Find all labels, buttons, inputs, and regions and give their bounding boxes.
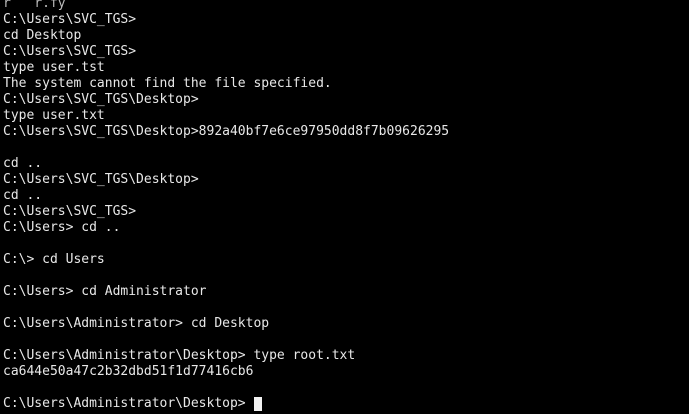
terminal-line: The system cannot find the file specifie… [3, 76, 332, 91]
terminal-line: ca644e50a47c2b32dbd51f1d77416cb6 [3, 364, 254, 379]
active-prompt-line[interactable]: C:\Users\Administrator\Desktop> [3, 396, 449, 412]
terminal-line: cd .. [3, 188, 43, 203]
terminal-line: type user.txt [3, 108, 105, 123]
terminal-line: C:\Users\SVC_TGS> [3, 204, 137, 219]
prompt-text: C:\Users\Administrator\Desktop> [3, 396, 246, 411]
terminal-line: C:\Users\Administrator\Desktop> type roo… [3, 348, 356, 363]
cursor-block[interactable] [253, 397, 262, 411]
terminal-line: C:\Users\SVC_TGS\Desktop>892a40bf7e6ce97… [3, 124, 450, 139]
terminal-line: cd Desktop [3, 28, 82, 43]
terminal-window[interactable]: r r.fy C:\Users\SVC_TGS> cd Desktop C:\U… [0, 0, 689, 414]
terminal-line: C:\Users\SVC_TGS\Desktop> [3, 92, 199, 107]
terminal-output: r r.fy C:\Users\SVC_TGS> cd Desktop C:\U… [3, 0, 449, 412]
terminal-line: C:\Users> cd .. [3, 220, 121, 235]
terminal-line: C:\> cd Users [3, 252, 105, 267]
terminal-line: cd .. [3, 156, 43, 171]
terminal-line: type user.tst [3, 60, 105, 75]
terminal-line: C:\Users\SVC_TGS\Desktop> [3, 172, 199, 187]
terminal-line: C:\Users\SVC_TGS> [3, 44, 137, 59]
terminal-line: C:\Users\Administrator> cd Desktop [3, 316, 270, 331]
terminal-line: C:\Users\SVC_TGS> [3, 12, 137, 27]
clipped-line: r r.fy [3, 0, 66, 11]
terminal-line: C:\Users> cd Administrator [3, 284, 207, 299]
